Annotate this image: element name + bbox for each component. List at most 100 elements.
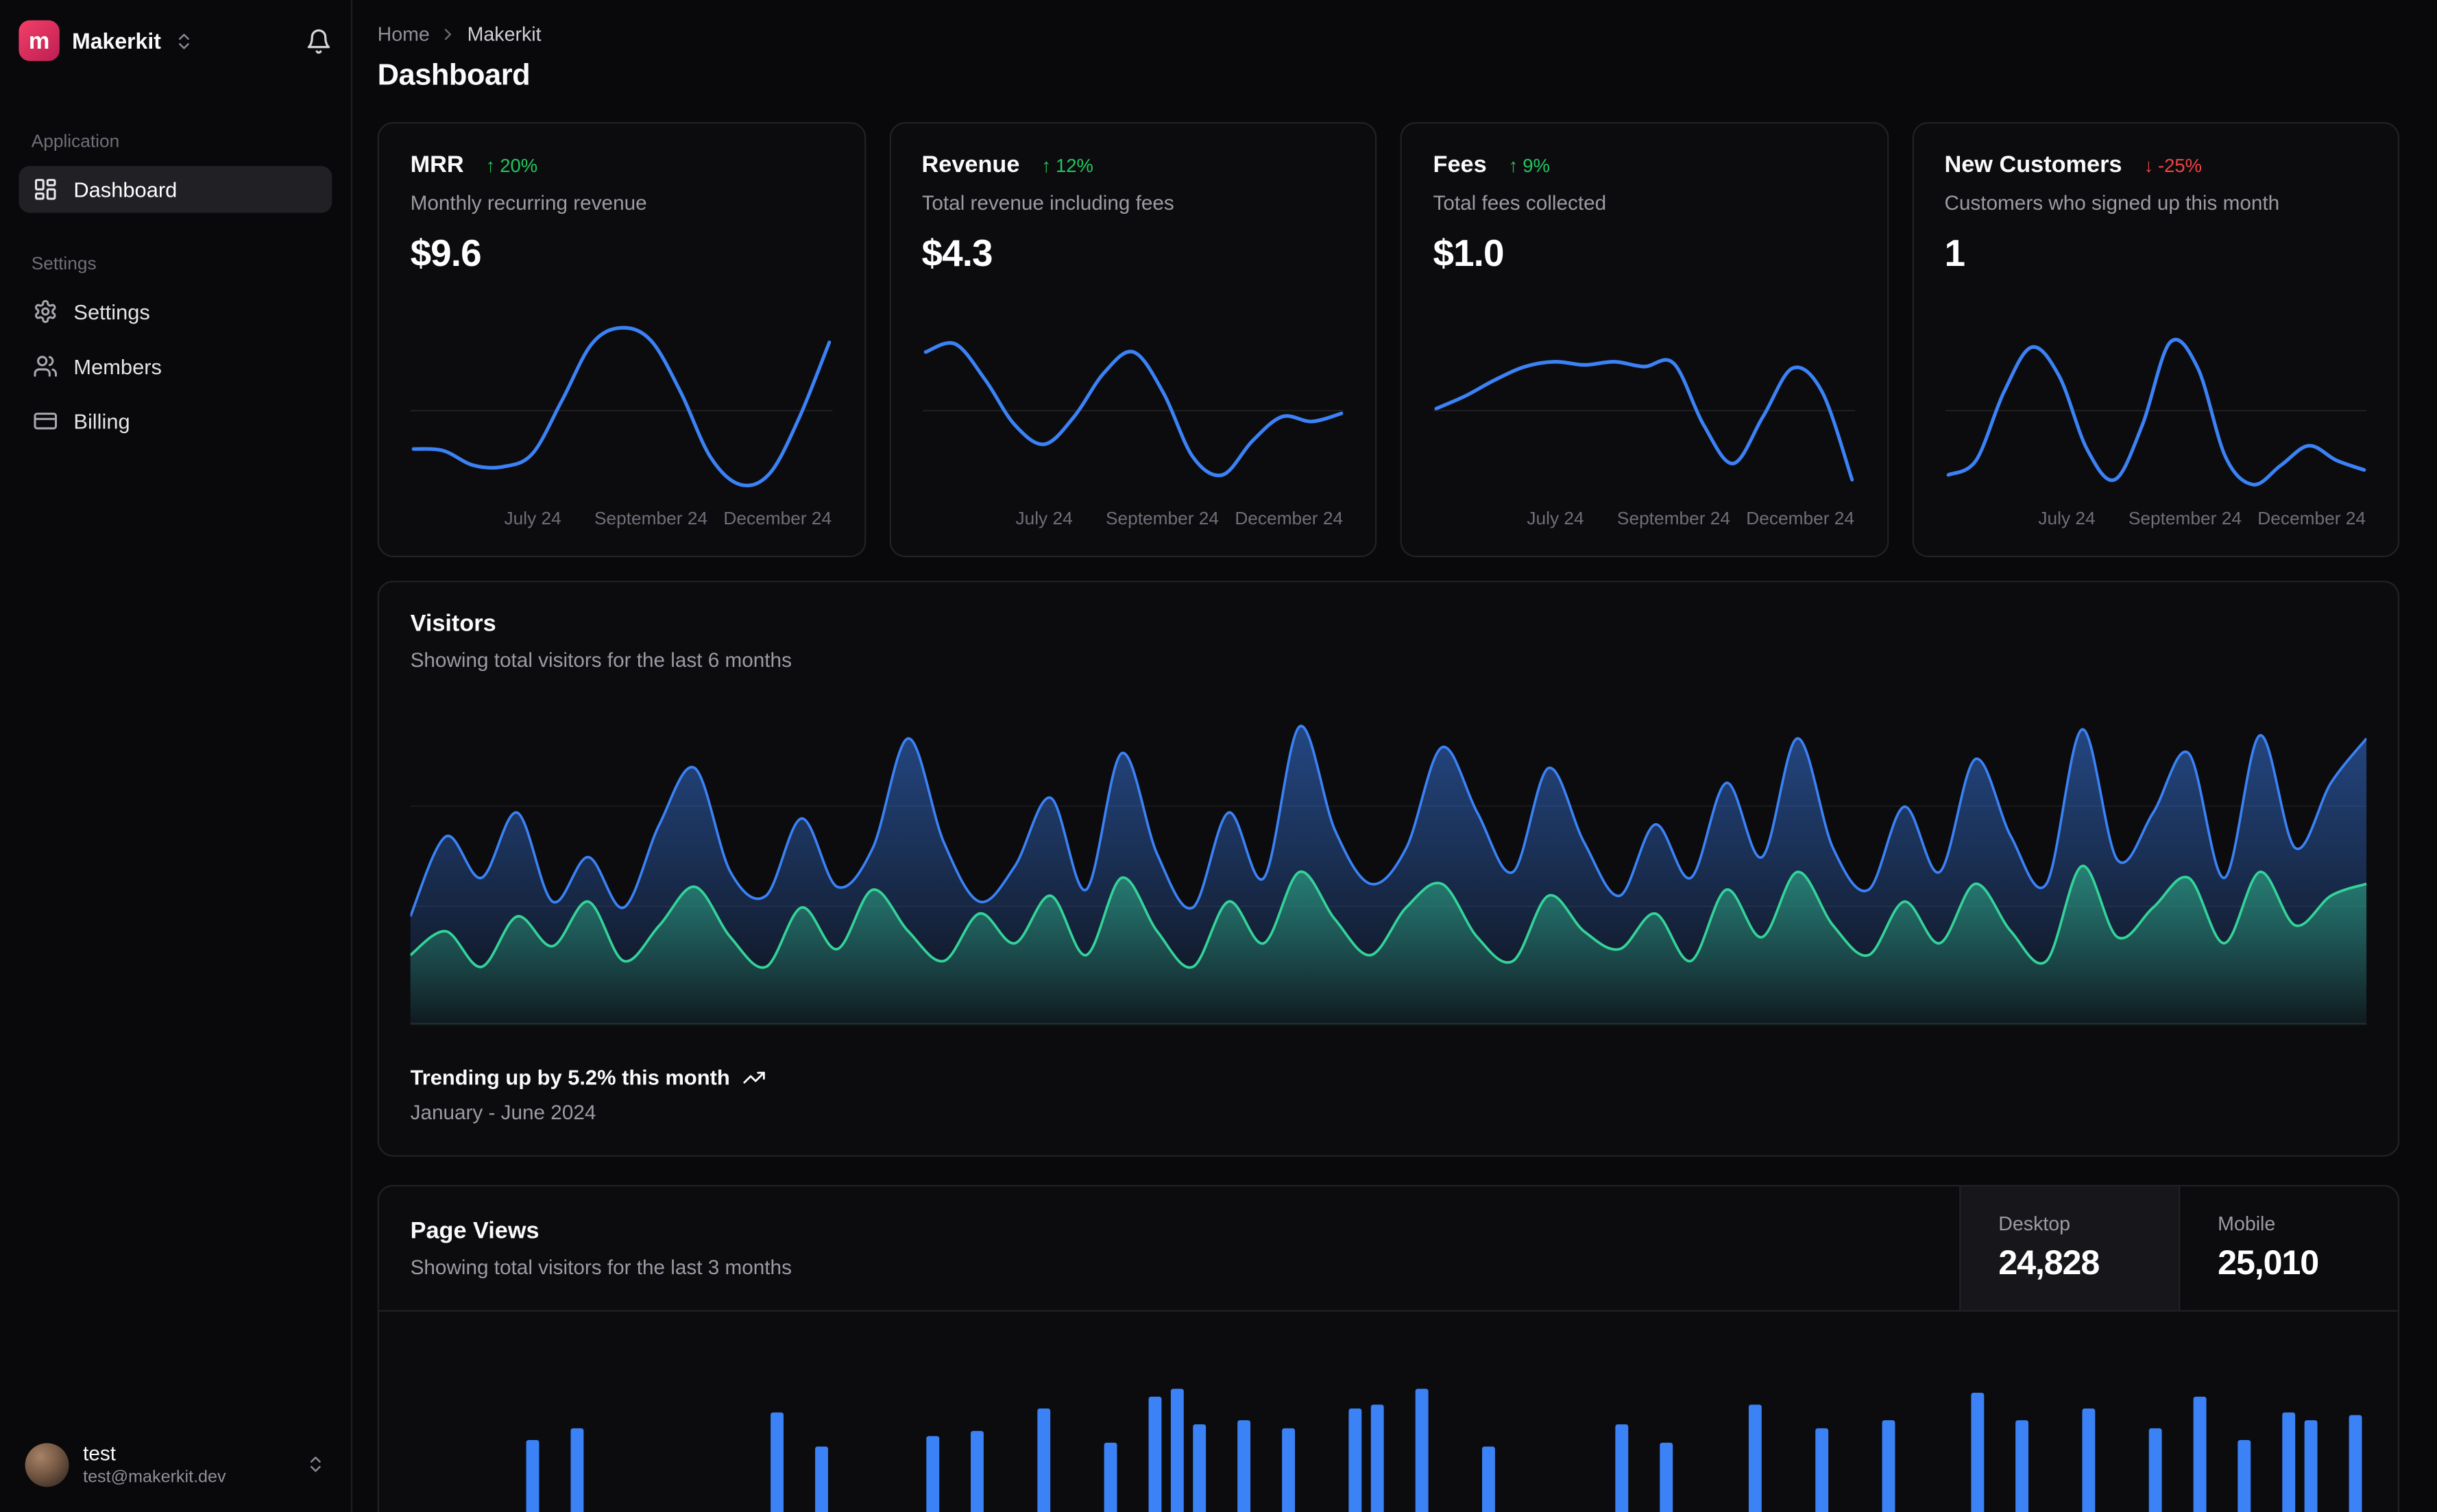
stat-title: Fees <box>1433 151 1487 179</box>
visitors-footer: Trending up by 5.2% this month January -… <box>410 1066 2367 1124</box>
page-title: Dashboard <box>377 59 531 93</box>
nav-application: Dashboard <box>19 166 332 213</box>
visitors-subtitle: Showing total visitors for the last 6 mo… <box>410 648 792 672</box>
x-tick: December 24 <box>1746 510 1855 529</box>
page-views-bar-chart <box>526 1389 2362 1512</box>
x-tick: September 24 <box>594 510 708 529</box>
trend-value: -25% <box>2158 154 2203 176</box>
sidebar-item-label: Billing <box>73 409 130 433</box>
user-menu[interactable]: test test@makerkit.dev <box>19 1436 332 1493</box>
stat-value: $1.0 <box>1433 233 1505 276</box>
visitors-area-chart <box>410 724 2367 1025</box>
stat-card-revenue: Revenue ↑ 12% Total revenue including fe… <box>888 122 1377 557</box>
page-views-title: Page Views <box>410 1217 539 1245</box>
x-tick: September 24 <box>2128 510 2242 529</box>
arrow-up-icon: ↑ <box>1508 154 1518 176</box>
x-tick: December 24 <box>1235 510 1344 529</box>
stat-title: Revenue <box>921 151 1020 179</box>
x-tick: September 24 <box>1105 510 1220 529</box>
page-views-header: Page Views Showing total visitors for th… <box>378 1186 2398 1312</box>
stat-label: Desktop <box>1998 1212 2071 1235</box>
stat-subtitle: Monthly recurring revenue <box>410 191 647 215</box>
arrow-up-icon: ↑ <box>1041 154 1052 176</box>
revenue-sparkline-chart <box>921 341 1344 478</box>
visitors-trend-text: Trending up by 5.2% this month <box>410 1066 730 1090</box>
breadcrumb-current: Makerkit <box>467 23 542 46</box>
workspace-name: Makerkit <box>72 28 161 53</box>
stat-cards-row: MRR ↑ 20% Monthly recurring revenue $9.6… <box>377 122 2400 557</box>
stat-subtitle: Total fees collected <box>1433 191 1607 215</box>
sidebar-item-label: Dashboard <box>73 178 178 202</box>
stat-title: New Customers <box>1944 151 2122 179</box>
x-axis-ticks: July 24 September 24 December 24 <box>411 510 833 533</box>
x-axis-ticks: July 24 September 24 December 24 <box>1433 510 1856 533</box>
app-window: m Makerkit Application Dashboard Setting… <box>0 0 2437 1512</box>
section-label-settings: Settings <box>31 255 97 274</box>
sidebar-item-label: Settings <box>73 300 150 324</box>
fees-sparkline-chart <box>1433 358 1856 482</box>
trend-badge: ↑ 9% <box>1509 154 1550 176</box>
x-tick: July 24 <box>1015 510 1073 529</box>
x-tick: September 24 <box>1616 510 1730 529</box>
trend-badge: ↑ 20% <box>486 154 537 176</box>
sidebar-item-label: Members <box>73 354 162 378</box>
page-views-subtitle: Showing total visitors for the last 3 mo… <box>410 1255 792 1279</box>
mrr-sparkline-chart <box>410 326 833 488</box>
makerkit-logo: m <box>19 20 60 62</box>
chevrons-up-down-icon <box>173 31 194 51</box>
avatar <box>25 1443 69 1487</box>
sidebar-item-members[interactable]: Members <box>19 343 332 390</box>
page-views-card: Page Views Showing total visitors for th… <box>377 1184 2400 1512</box>
stat-value: 1 <box>1944 233 1965 276</box>
gear-icon <box>33 299 58 324</box>
trending-up-icon <box>742 1066 766 1089</box>
x-axis-ticks: July 24 September 24 December 24 <box>922 510 1344 533</box>
stat-subtitle: Total revenue including fees <box>921 191 1174 215</box>
section-label-application: Application <box>31 133 120 152</box>
new-customers-sparkline-chart <box>1944 337 2367 487</box>
user-meta: test test@makerkit.dev <box>83 1441 226 1487</box>
nav-settings: Settings Members Billing <box>19 288 332 444</box>
page-views-titles: Page Views Showing total visitors for th… <box>379 1186 1959 1310</box>
chevron-right-icon <box>439 25 458 44</box>
x-tick: July 24 <box>2038 510 2096 529</box>
toggle-desktop-stat[interactable]: Desktop 24,828 <box>1959 1186 2179 1310</box>
trend-value: 9% <box>1523 154 1550 176</box>
trend-value: 12% <box>1055 154 1093 176</box>
stat-value: 25,010 <box>2218 1243 2319 1282</box>
stat-value: $4.3 <box>921 233 993 276</box>
chevrons-up-down-icon <box>306 1454 326 1475</box>
main-content: Home Makerkit Dashboard MRR ↑ 20% Monthl… <box>354 0 2437 1512</box>
stat-card-new-customers: New Customers ↓ -25% Customers who signe… <box>1911 122 2400 557</box>
sidebar-item-settings[interactable]: Settings <box>19 288 332 335</box>
stat-title: MRR <box>410 151 464 179</box>
visitors-title: Visitors <box>410 610 496 637</box>
visitors-date-range: January - June 2024 <box>410 1100 596 1124</box>
x-axis-ticks: July 24 September 24 December 24 <box>1944 510 2366 533</box>
trend-badge: ↑ 12% <box>1041 154 1093 176</box>
workspace-switcher[interactable]: m Makerkit <box>19 20 293 62</box>
user-name: test <box>83 1441 116 1465</box>
x-tick: July 24 <box>504 510 561 529</box>
stat-label: Mobile <box>2218 1212 2276 1235</box>
breadcrumb: Home Makerkit <box>378 23 2400 45</box>
breadcrumb-home-link[interactable]: Home <box>378 23 430 45</box>
stat-card-mrr: MRR ↑ 20% Monthly recurring revenue $9.6… <box>377 122 866 557</box>
sidebar-item-billing[interactable]: Billing <box>19 398 332 445</box>
notifications-bell-icon[interactable] <box>306 27 332 54</box>
stat-value: 24,828 <box>1998 1243 2100 1282</box>
visitors-card: Visitors Showing total visitors for the … <box>377 581 2400 1157</box>
arrow-up-icon: ↑ <box>485 154 496 176</box>
stat-card-fees: Fees ↑ 9% Total fees collected $1.0 July… <box>1400 122 1889 557</box>
users-icon <box>33 354 58 379</box>
toggle-mobile-stat[interactable]: Mobile 25,010 <box>2179 1186 2398 1310</box>
trend-badge: ↓ -25% <box>2144 154 2202 176</box>
sidebar: m Makerkit Application Dashboard Setting… <box>0 0 353 1512</box>
arrow-down-icon: ↓ <box>2144 154 2154 176</box>
stat-value: $9.6 <box>410 233 482 276</box>
x-tick: December 24 <box>2257 510 2366 529</box>
x-tick: July 24 <box>1527 510 1584 529</box>
user-email: test@makerkit.dev <box>83 1467 226 1487</box>
credit-card-icon <box>33 409 58 434</box>
sidebar-item-dashboard[interactable]: Dashboard <box>19 166 332 213</box>
